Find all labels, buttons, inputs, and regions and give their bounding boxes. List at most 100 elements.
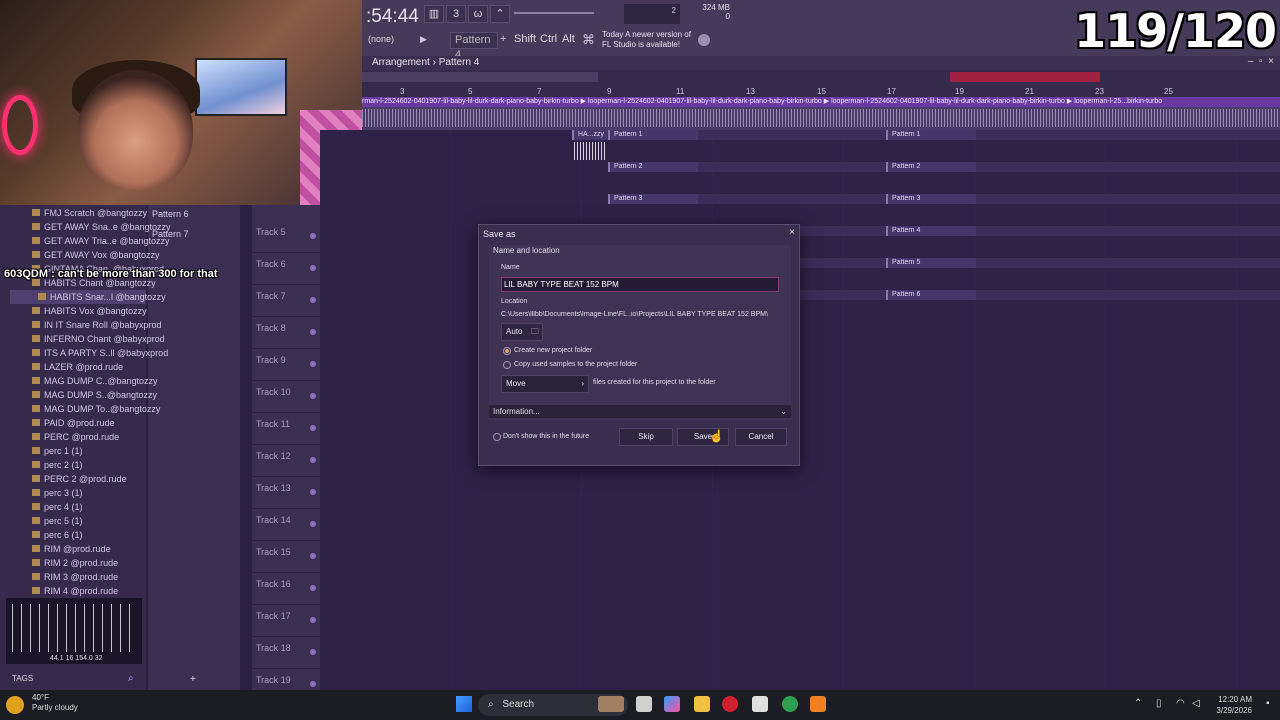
pattern-picker-item[interactable]: Pattern 6 [148,205,240,223]
chrome-icon[interactable] [782,696,798,712]
mute-led-icon[interactable] [310,585,316,591]
browser-item[interactable]: perc 4 (1) [32,502,83,512]
pattern-clip[interactable]: Pattern 2 [886,162,976,172]
browser-item[interactable]: perc 3 (1) [32,488,83,498]
browser-item[interactable]: PERC @prod.rude [32,432,119,442]
track-header[interactable]: Track 6 [252,253,320,285]
opera-icon[interactable] [722,696,738,712]
store-icon[interactable] [752,696,768,712]
weather-widget[interactable]: 40°F Partly cloudy [32,693,78,713]
auto-location-button[interactable]: Auto 🗀 [501,323,543,341]
mute-led-icon[interactable] [310,329,316,335]
browser-item[interactable]: MAG DUMP C..@bangtozzy [32,376,158,386]
browser-item[interactable]: LAZER @prod.rude [32,362,123,372]
track-header[interactable]: Track 16 [252,573,320,605]
timeline-ruler[interactable]: 3 5 7 9 11 13 15 17 19 21 23 25 [362,70,1280,98]
alt-key[interactable]: Alt [562,33,575,45]
notification-icon[interactable]: ▪ [1266,698,1270,709]
mute-led-icon[interactable] [310,297,316,303]
add-pattern-icon[interactable]: + [500,33,506,45]
browser-item[interactable]: perc 2 (1) [32,460,83,470]
mute-led-icon[interactable] [310,617,316,623]
metronome-icon[interactable]: ⌃ [490,5,510,23]
pattern-clip[interactable]: Pattern 3 [886,194,976,204]
news-panel[interactable]: Today A newer version of FL Studio is av… [602,30,691,50]
news-icon[interactable]: ⌘ [582,32,595,48]
ctrl-key[interactable]: Ctrl [540,33,557,45]
create-folder-radio[interactable] [503,347,511,355]
mute-led-icon[interactable] [310,489,316,495]
tempo-slider[interactable] [514,12,594,14]
tags-label[interactable]: TAGS [12,674,33,683]
track-header[interactable]: Track 5 [252,221,320,253]
hazzy-clip[interactable]: HA...zzy [572,130,608,140]
browser-item[interactable]: PAID @prod.rude [32,418,115,428]
track-header[interactable]: Track 9 [252,349,320,381]
close-icon[interactable]: × [1268,56,1274,67]
track-header[interactable]: Track 11 [252,413,320,445]
wifi-icon[interactable]: ◠ [1176,698,1185,709]
track-header[interactable]: Track 13 [252,477,320,509]
information-expander[interactable]: Information... ⌄ [489,405,791,418]
browser-item[interactable]: HABITS Vox @bangtozzy [32,306,147,316]
online-icon[interactable] [698,34,710,46]
mute-led-icon[interactable] [310,649,316,655]
mute-led-icon[interactable] [310,553,316,559]
loop-marker[interactable] [950,72,1100,82]
mute-led-icon[interactable] [310,265,316,271]
mute-led-icon[interactable] [310,521,316,527]
recording-icon[interactable]: ω [468,5,488,23]
mute-led-icon[interactable] [310,425,316,431]
battery-icon[interactable]: ▯ [1156,698,1162,709]
browser-item[interactable]: MAG DUMP To..@bangtozzy [32,404,160,414]
search-icon[interactable]: ⌕ [128,673,134,684]
pattern-selector[interactable]: Pattern 4 [450,32,498,61]
browser-item[interactable]: RIM 3 @prod.rude [32,572,118,582]
playlist-scrollbar[interactable] [362,72,598,82]
pattern-clip[interactable]: Pattern 5 [886,258,976,268]
copy-samples-radio[interactable] [503,361,511,369]
browser-item[interactable]: perc 5 (1) [32,516,83,526]
pattern-clip[interactable]: Pattern 2 [608,162,698,172]
cancel-button[interactable]: Cancel [735,428,787,446]
move-dropdown[interactable]: Move › [501,375,589,393]
piano-roll-icon[interactable]: ▥ [424,5,444,23]
track-header[interactable]: Track 15 [252,541,320,573]
breadcrumb-arrangement[interactable]: Arrangement [372,57,430,68]
time-display[interactable]: :54:44 [366,6,419,28]
mute-led-icon[interactable] [310,361,316,367]
breadcrumb-pattern[interactable]: Pattern 4 [439,57,480,68]
add-icon[interactable]: + [190,674,196,685]
track-header[interactable]: Track 14 [252,509,320,541]
browser-item[interactable]: GET AWAY Vox @bangtozzy [32,250,160,260]
minimize-icon[interactable]: – [1248,56,1254,67]
step-seq-icon[interactable]: 3 [446,5,466,23]
browser-item[interactable]: perc 1 (1) [32,446,83,456]
browser-item[interactable]: ITS A PARTY S..ll @babyxprod [32,348,168,358]
browser-item[interactable]: RIM 4 @prod.rude [32,586,118,596]
mute-led-icon[interactable] [310,457,316,463]
browser-item[interactable]: RIM @prod.rude [32,544,111,554]
shift-key[interactable]: Shift [514,33,536,45]
track-header[interactable]: Track 17 [252,605,320,637]
sample-preview[interactable]: 44.1 16 154.0 32 [6,598,142,664]
track-header[interactable]: Track 8 [252,317,320,349]
mute-led-icon[interactable] [310,233,316,239]
start-icon[interactable] [456,696,472,712]
browser-item[interactable]: MAG DUMP S..@bangtozzy [32,390,157,400]
mute-led-icon[interactable] [310,393,316,399]
snap-selector[interactable]: (none) [368,34,394,44]
browser-item[interactable]: RIM 2 @prod.rude [32,558,118,568]
task-view-icon[interactable] [636,696,652,712]
audio-clip-lane[interactable]: rman-l-2524602-0401907-lil-baby-lil-durk… [362,97,1280,130]
file-explorer-icon[interactable] [694,696,710,712]
browser-item-selected[interactable]: HABITS Snar...l @bangtozzy [38,292,166,302]
browser-item[interactable]: perc 6 (1) [32,530,83,540]
pattern-clip[interactable]: Pattern 4 [886,226,976,236]
pattern-clip[interactable]: Pattern 3 [608,194,698,204]
pattern-clip[interactable]: Pattern 1 [886,130,976,140]
weather-icon[interactable] [6,696,24,714]
close-icon[interactable]: × [789,227,795,238]
track-header[interactable]: Track 7 [252,285,320,317]
restore-icon[interactable]: ▫ [1259,56,1263,67]
